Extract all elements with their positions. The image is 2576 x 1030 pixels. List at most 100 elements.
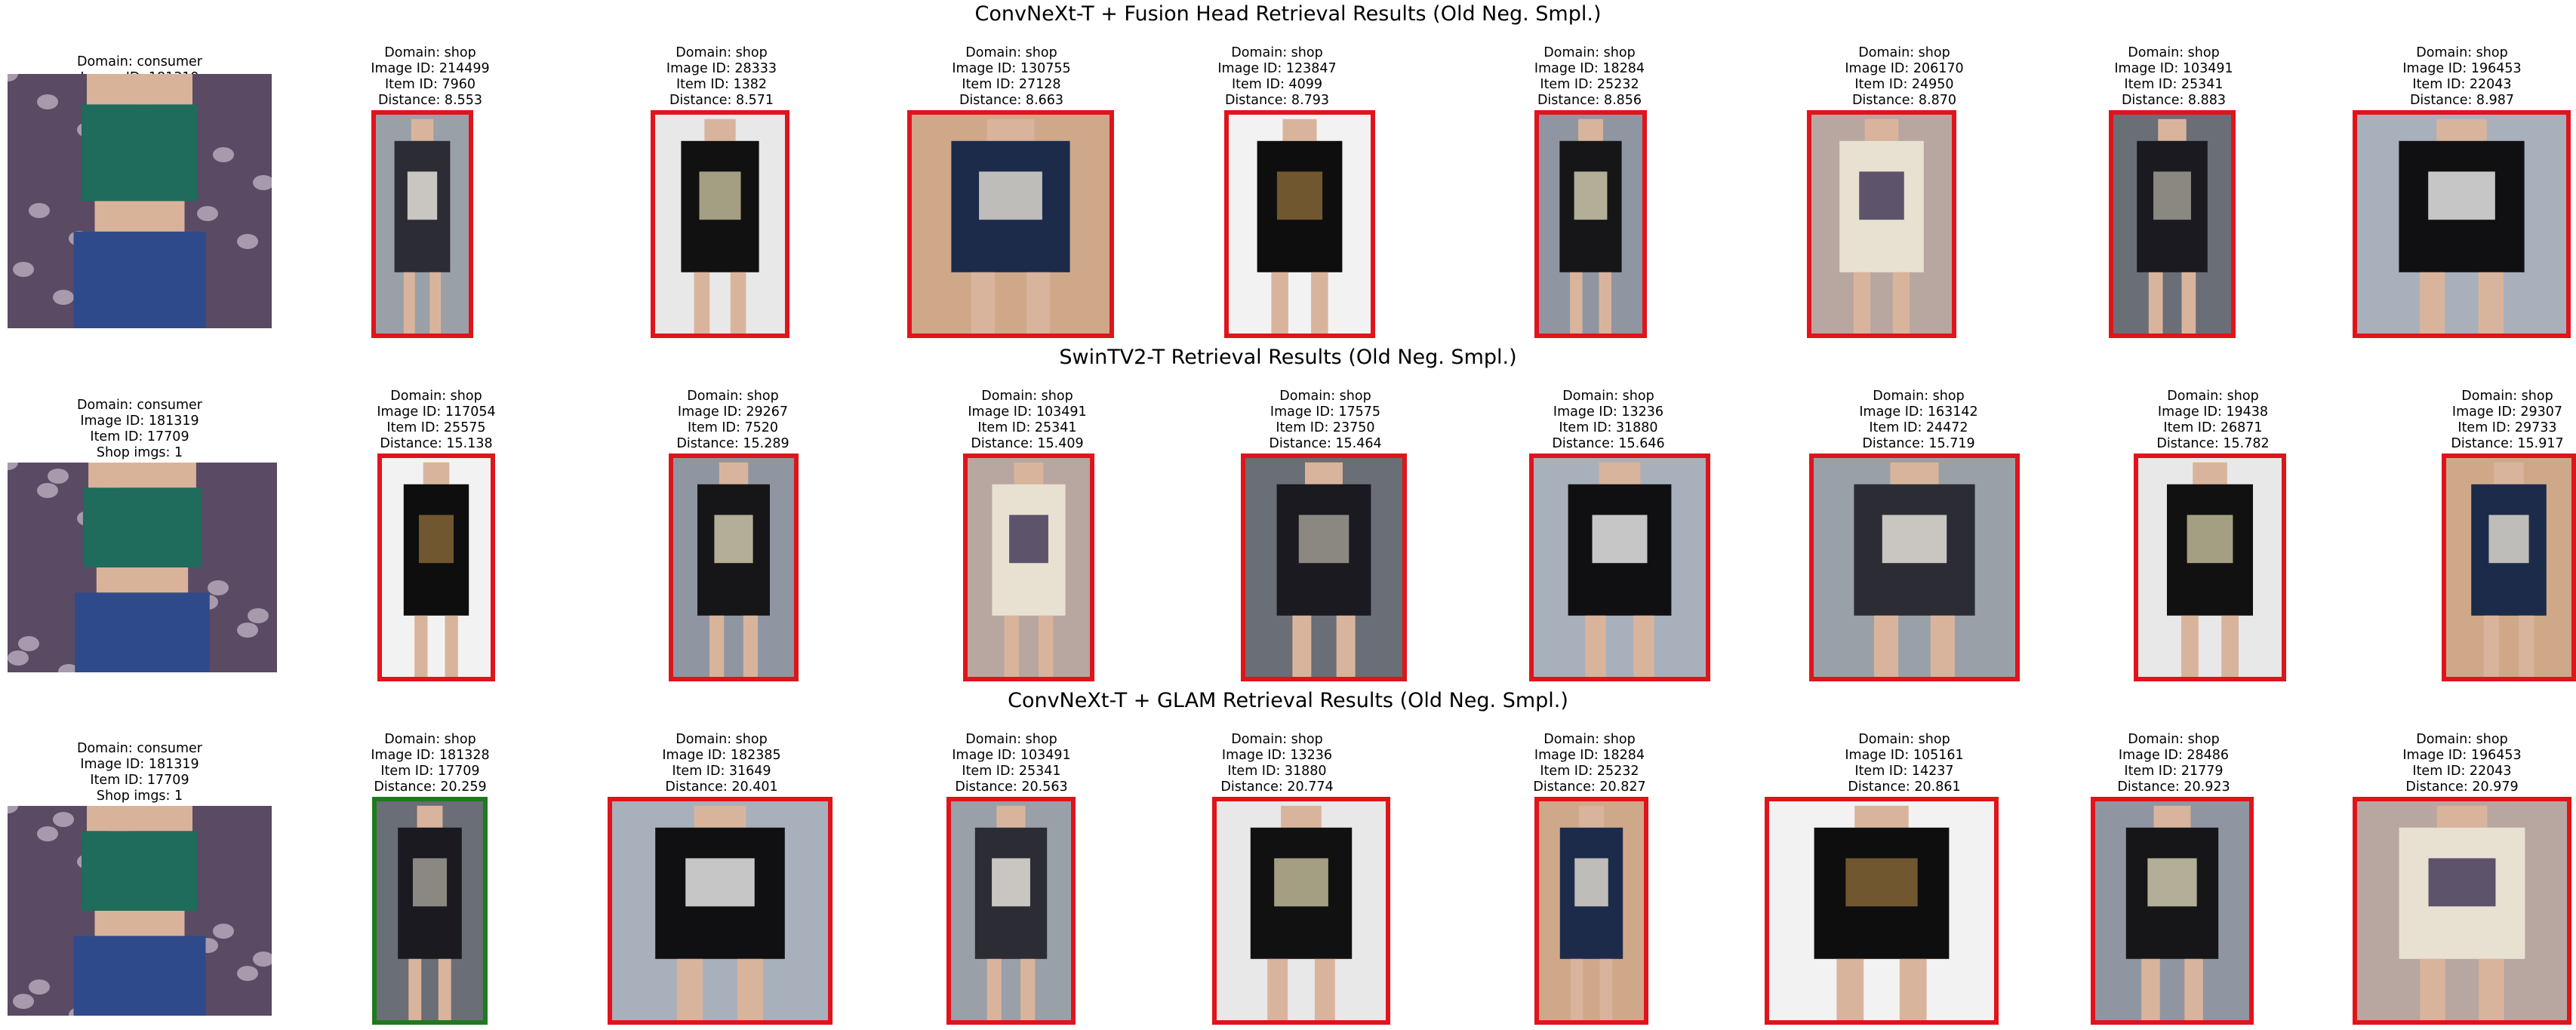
result-image-incorrect [2091,797,2254,1025]
result-distance: Distance: 20.827 [1533,779,1646,795]
query-domain: Domain: consumer [76,741,203,756]
result-domain: Domain: shop [676,732,768,747]
result-item-id: Item ID: 25575 [386,420,486,435]
result-item-id: Item ID: 22043 [2412,764,2512,779]
result-distance: Distance: 15.138 [380,436,493,451]
result-image-id: Image ID: 103491 [2114,61,2233,76]
result-domain: Domain: shop [2416,45,2508,60]
result-domain: Domain: shop [1562,389,1654,404]
result-domain: Domain: shop [687,389,779,404]
result-image-correct [372,797,488,1025]
result-caption: Domain: shop Image ID: 29267 Item ID: 7520… [676,389,789,452]
result-domain: Domain: shop [981,389,1073,404]
result-caption: Domain: shop Image ID: 117054 Item ID: 255… [377,389,495,452]
result-domain: Domain: shop [1231,45,1323,60]
result-distance: Distance: 20.401 [665,779,778,795]
result-caption: Domain: shop Image ID: 28486 Item ID: 2177… [2117,732,2230,795]
result-caption: Domain: shop Image ID: 13236 Item ID: 3188… [1552,389,1664,452]
result-image-id: Image ID: 29267 [677,404,789,420]
result-image-id: Image ID: 214499 [371,61,490,76]
result-caption: Domain: shop Image ID: 28333 Item ID: 1382… [666,45,777,109]
result-distance: Distance: 8.571 [669,93,774,108]
result-image-id: Image ID: 105161 [1845,748,1964,763]
result-caption: Domain: shop Image ID: 181328 Item ID: 177… [371,732,489,795]
query-shop-imgs: Shop imgs: 1 [96,789,183,804]
result-domain: Domain: shop [1231,732,1323,747]
result-item-id: Item ID: 4099 [1231,77,1323,92]
result-domain: Domain: shop [2128,732,2220,747]
result-image-incorrect [1212,797,1390,1025]
result-caption: Domain: shop Image ID: 214499 Item ID: 796… [371,45,489,109]
result-image-id: Image ID: 163142 [1859,404,1978,420]
result-domain: Domain: shop [1279,389,1371,404]
result-item-id: Item ID: 27128 [962,77,1061,92]
result-image-id: Image ID: 18284 [1534,61,1645,76]
query-image [8,463,277,672]
result-image-id: Image ID: 29307 [2451,404,2563,420]
result-image-id: Image ID: 13236 [1221,748,1333,763]
result-image-incorrect [1765,797,1999,1025]
result-domain: Domain: shop [1543,732,1636,747]
result-image-id: Image ID: 196453 [2402,748,2522,763]
row-title: ConvNeXt-T + Fusion Head Retrieval Resul… [974,2,1602,26]
result-caption: Domain: shop Image ID: 17575 Item ID: 2375… [1269,389,1381,452]
result-image-id: Image ID: 13236 [1553,404,1664,420]
result-image-id: Image ID: 28333 [666,61,777,76]
result-distance: Distance: 20.774 [1220,779,1334,795]
result-image-incorrect [2134,454,2286,681]
result-distance: Distance: 8.856 [1537,93,1642,108]
query-domain: Domain: consumer [76,54,203,69]
result-item-id: Item ID: 31649 [672,764,771,779]
result-domain: Domain: shop [2167,389,2259,404]
result-image-incorrect [907,110,1114,338]
result-distance: Distance: 15.409 [971,436,1084,451]
result-item-id: Item ID: 14237 [1854,764,1954,779]
result-image-incorrect [2109,110,2236,338]
result-item-id: Item ID: 31880 [1227,764,1327,779]
result-caption: Domain: shop Image ID: 130755 Item ID: 271… [952,45,1070,109]
row-title: SwinTV2-T Retrieval Results (Old Neg. Sm… [1059,346,1517,369]
result-item-id: Item ID: 25232 [1540,764,1639,779]
result-item-id: Item ID: 25341 [977,420,1077,435]
query-image [8,806,272,1016]
result-item-id: Item ID: 22043 [2412,77,2512,92]
result-domain: Domain: shop [965,732,1057,747]
result-domain: Domain: shop [390,389,482,404]
result-caption: Domain: shop Image ID: 103491 Item ID: 253… [968,389,1086,452]
result-caption: Domain: shop Image ID: 182385 Item ID: 316… [662,732,780,795]
result-distance: Distance: 8.883 [2121,93,2227,108]
result-caption: Domain: shop Image ID: 123847 Item ID: 409… [1217,45,1336,109]
result-image-id: Image ID: 181328 [371,748,490,763]
result-caption: Domain: shop Image ID: 13236 Item ID: 3188… [1220,732,1333,795]
result-image-incorrect [1529,454,1710,681]
result-distance: Distance: 20.259 [374,779,487,795]
query-image-id: Image ID: 181319 [80,414,199,429]
result-image-id: Image ID: 28486 [2118,748,2230,763]
result-item-id: Item ID: 7960 [384,77,476,92]
query-domain: Domain: consumer [76,398,203,413]
query-caption: Domain: consumerImage ID: 181319Item ID:… [77,741,202,804]
result-image-id: Image ID: 17575 [1270,404,1381,420]
result-distance: Distance: 8.663 [959,93,1064,108]
result-distance: Distance: 20.923 [2117,779,2230,795]
query-image-id: Image ID: 181319 [80,757,199,772]
result-item-id: Item ID: 25341 [962,764,1061,779]
result-image-id: Image ID: 196453 [2402,61,2522,76]
result-item-id: Item ID: 26871 [2163,420,2263,435]
result-caption: Domain: shop Image ID: 206170 Item ID: 249… [1845,45,1963,109]
result-distance: Distance: 15.464 [1269,436,1382,451]
result-item-id: Item ID: 7520 [687,420,779,435]
result-caption: Domain: shop Image ID: 196453 Item ID: 220… [2402,732,2521,795]
result-caption: Domain: shop Image ID: 19438 Item ID: 2687… [2156,389,2269,452]
row-title: ConvNeXt-T + GLAM Retrieval Results (Old… [1008,689,1568,712]
result-image-incorrect [946,797,1076,1025]
result-distance: Distance: 15.782 [2156,436,2270,451]
result-domain: Domain: shop [2461,389,2553,404]
result-item-id: Item ID: 21779 [2124,764,2224,779]
result-image-incorrect [651,110,789,338]
result-image-incorrect [1809,454,2020,681]
result-distance: Distance: 20.979 [2405,779,2519,795]
result-image-incorrect [669,454,799,681]
result-image-id: Image ID: 18284 [1534,748,1645,763]
result-caption: Domain: shop Image ID: 163142 Item ID: 244… [1859,389,1977,452]
